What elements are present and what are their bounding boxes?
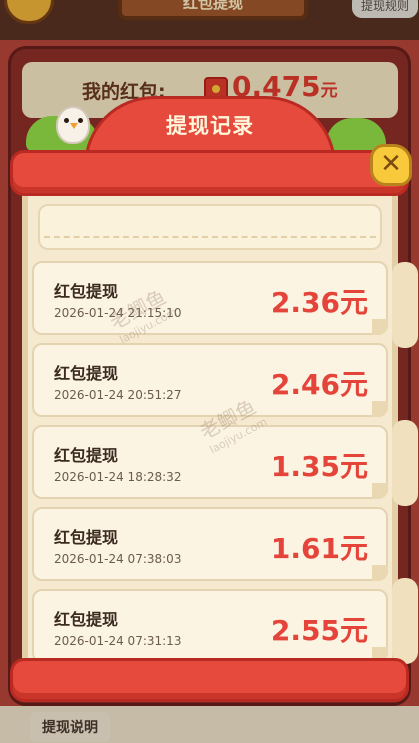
side-scroll-decoration: [392, 420, 418, 506]
page-fold-icon: [372, 401, 388, 417]
withdraw-record-modal: 红包提现 2026-01-24 21:15:10 2.36元 红包提现 2026…: [0, 0, 419, 743]
record-title: 红包提现: [54, 528, 119, 547]
side-scroll-decoration: [392, 578, 418, 664]
record-title: 红包提现: [54, 446, 119, 465]
record-amount: 2.36元: [270, 286, 368, 319]
record-item[interactable]: 红包提现 2026-01-24 21:15:10 2.36元: [32, 261, 388, 335]
record-item[interactable]: 红包提现 2026-01-24 07:38:03 1.61元: [32, 507, 388, 581]
record-item[interactable]: 红包提现 2026-01-24 20:51:27 2.46元: [32, 343, 388, 417]
record-time: 2026-01-24 21:15:10: [54, 306, 182, 320]
bird-eye: [78, 118, 83, 123]
record-time: 2026-01-24 07:38:03: [54, 552, 182, 566]
record-time: 2026-01-24 07:31:13: [54, 634, 182, 648]
record-amount: 1.35元: [270, 450, 368, 483]
close-icon[interactable]: ✕: [370, 144, 412, 186]
paper-divider: [44, 236, 376, 238]
page-fold-icon: [372, 319, 388, 335]
record-title: 红包提现: [54, 610, 119, 629]
scroll-top-rod: [10, 150, 409, 196]
record-amount: 2.55元: [270, 614, 368, 647]
record-time: 2026-01-24 20:51:27: [54, 388, 182, 402]
record-list: 红包提现 2026-01-24 21:15:10 2.36元 红包提现 2026…: [32, 261, 388, 671]
record-title: 红包提现: [54, 282, 119, 301]
record-amount: 1.61元: [270, 532, 368, 565]
scroll-bottom-rod: [10, 658, 409, 702]
record-item[interactable]: 红包提现 2026-01-24 18:28:32 1.35元: [32, 425, 388, 499]
paper-top-edge: [38, 204, 382, 250]
modal-title: 提现记录: [166, 114, 254, 138]
record-item[interactable]: 红包提现 2026-01-24 07:31:13 2.55元: [32, 589, 388, 663]
bird-eye: [64, 118, 69, 123]
record-amount: 2.46元: [270, 368, 368, 401]
bird-beak: [70, 123, 78, 129]
record-time: 2026-01-24 18:28:32: [54, 470, 182, 484]
page-fold-icon: [372, 483, 388, 499]
page-fold-icon: [372, 565, 388, 581]
record-title: 红包提现: [54, 364, 119, 383]
side-scroll-decoration: [392, 262, 418, 348]
